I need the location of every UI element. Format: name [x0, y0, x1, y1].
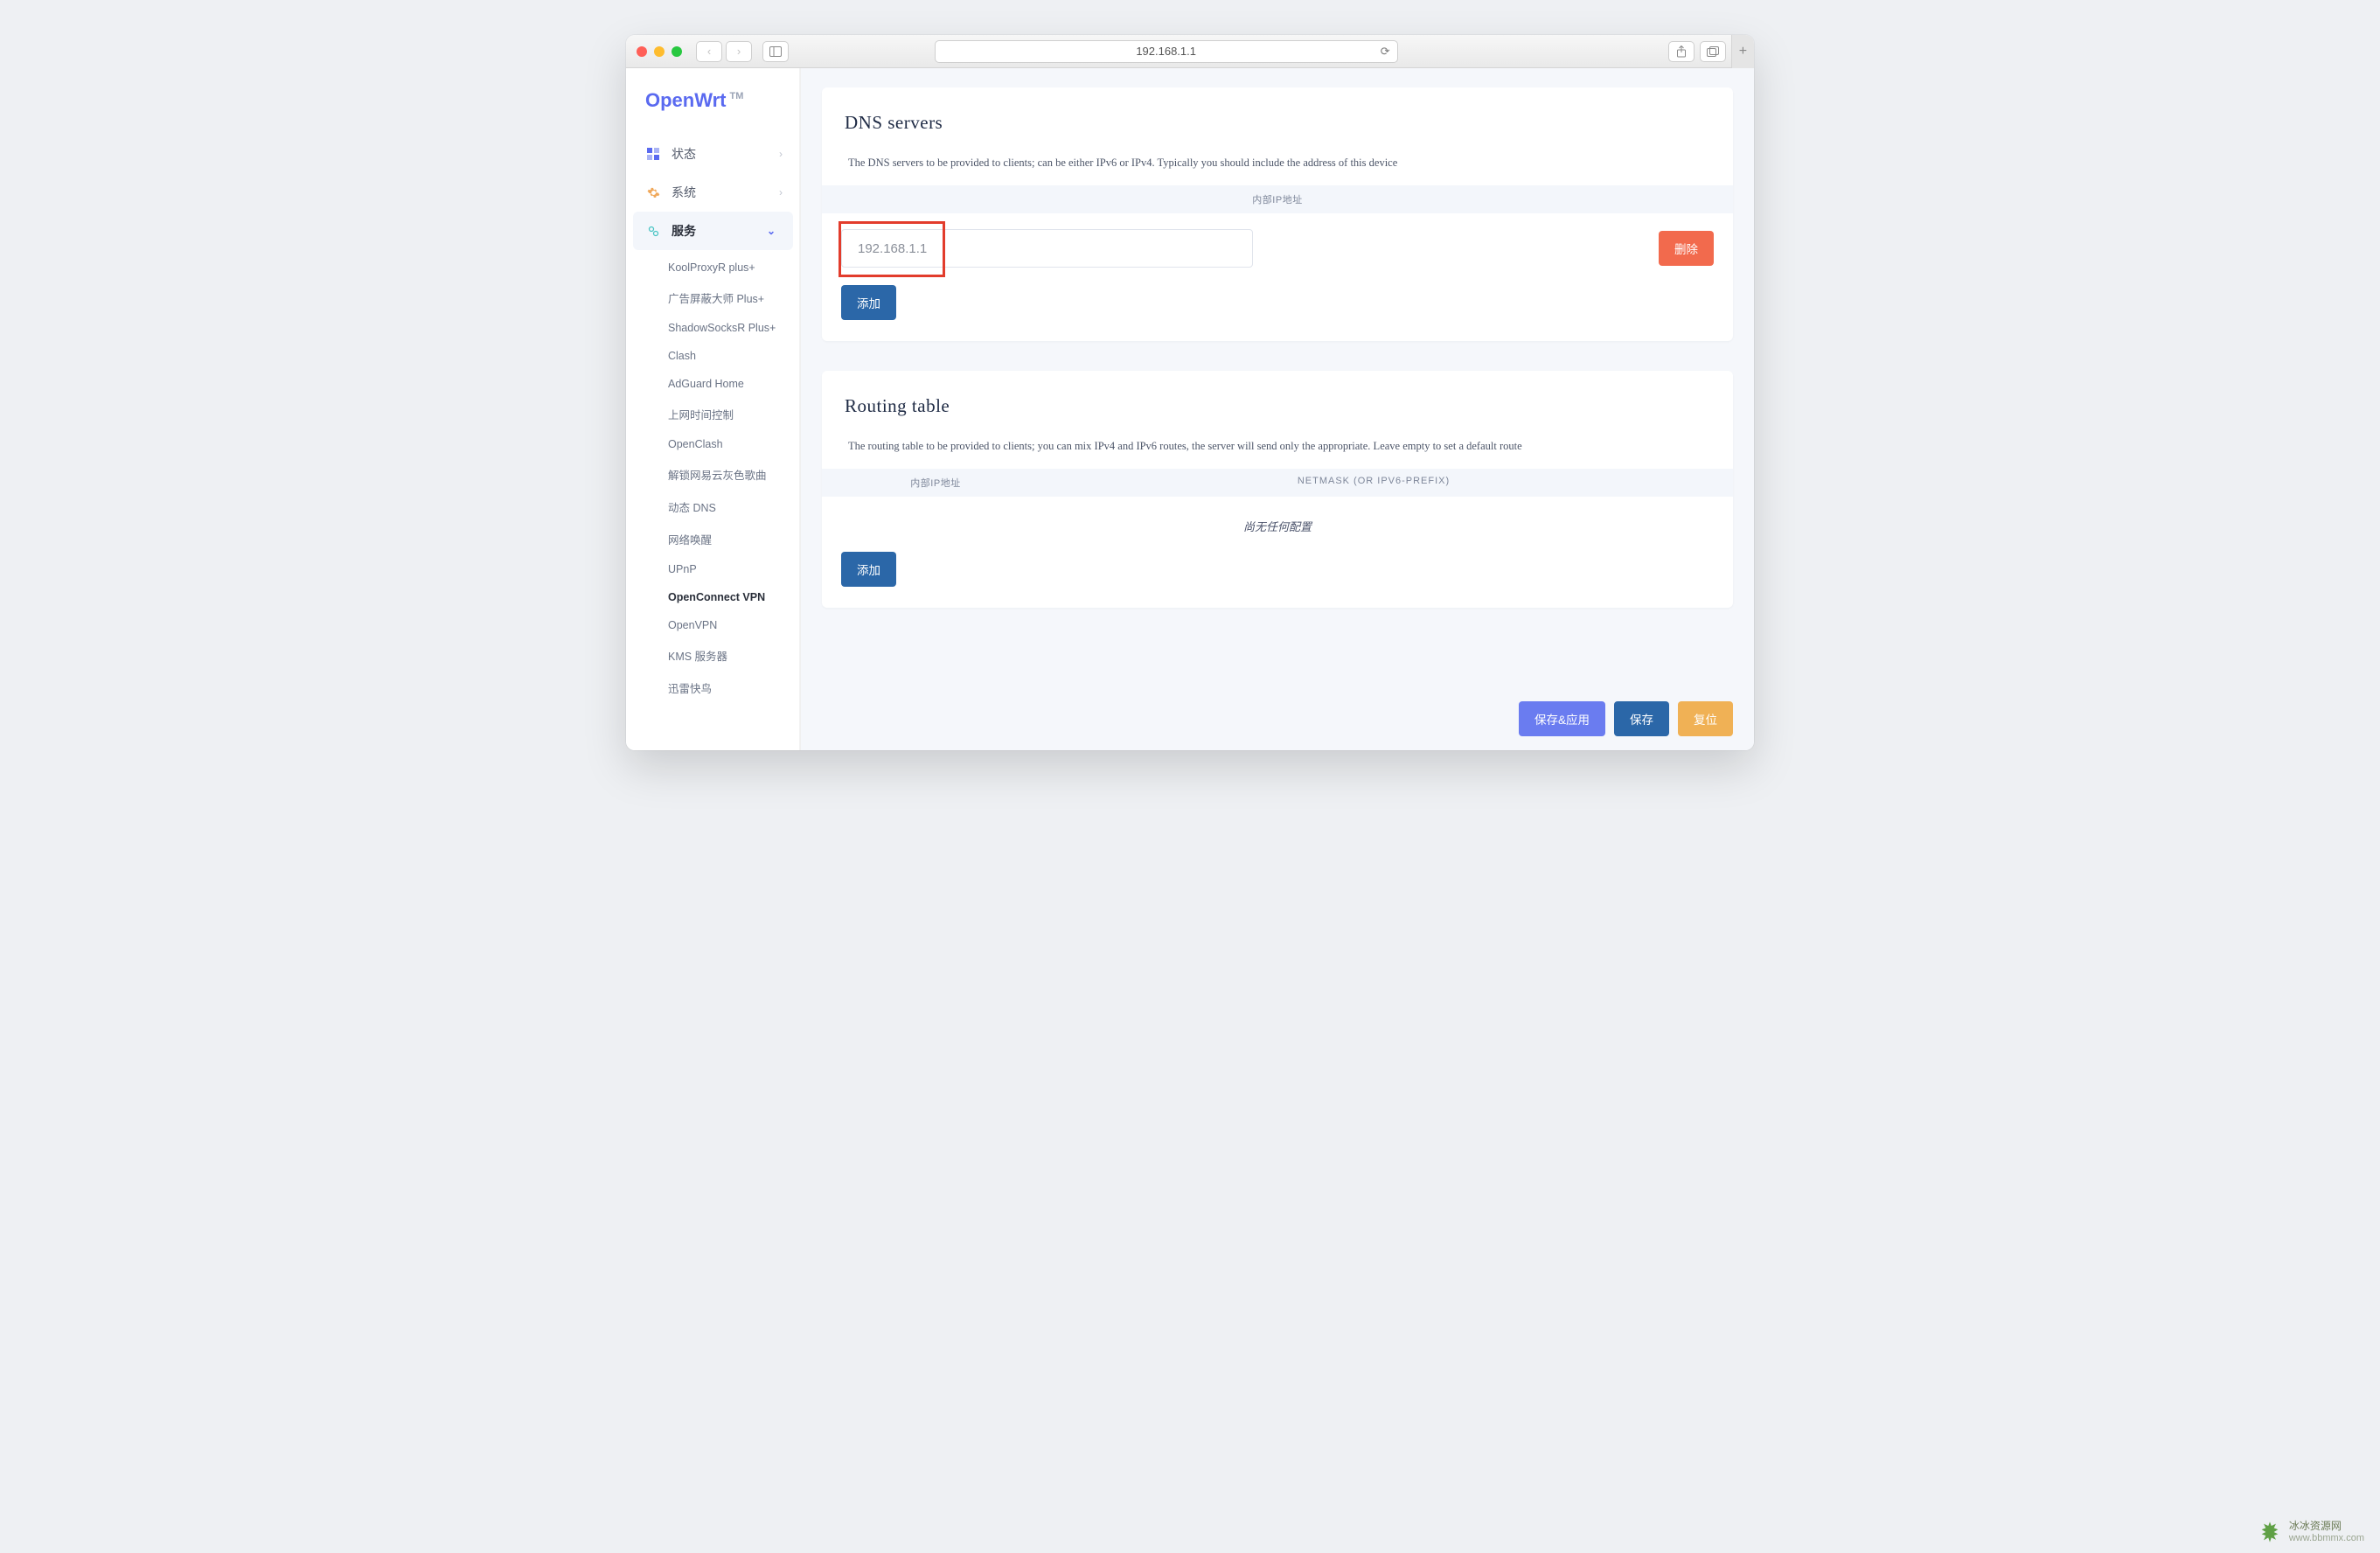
- dns-ip-input[interactable]: [858, 241, 1236, 256]
- dns-columns: 内部IP地址: [822, 185, 1733, 213]
- subnav-item[interactable]: KoolProxyR plus+: [626, 254, 800, 282]
- reload-icon[interactable]: ⟳: [1381, 45, 1390, 59]
- sidebar: OpenWrt TM 状态 › 系统 ›: [626, 68, 801, 750]
- footer-actions: 保存&应用 保存 复位: [1519, 701, 1733, 736]
- app-body: OpenWrt TM 状态 › 系统 ›: [626, 68, 1754, 750]
- subnav-item[interactable]: OpenVPN: [626, 611, 800, 639]
- nav-services-label: 服务: [672, 222, 696, 240]
- forward-button[interactable]: ›: [726, 41, 752, 62]
- subnav-item[interactable]: AdGuard Home: [626, 370, 800, 398]
- watermark-name: 冰冰资源网: [2289, 1520, 2364, 1532]
- subnav-item[interactable]: 网络唤醒: [626, 523, 800, 555]
- routing-empty-msg: 尚无任何配置: [822, 497, 1733, 543]
- link-icon: [645, 223, 661, 239]
- subnav-item[interactable]: ShadowSocksR Plus+: [626, 314, 800, 342]
- chevron-down-icon: ⌄: [767, 225, 776, 237]
- subnav-item[interactable]: Clash: [626, 342, 800, 370]
- maximize-window-icon[interactable]: [672, 46, 682, 57]
- routing-table-panel: Routing table The routing table to be pr…: [822, 371, 1733, 608]
- routing-panel-desc: The routing table to be provided to clie…: [822, 433, 1733, 469]
- subnav-item[interactable]: OpenConnect VPN: [626, 583, 800, 611]
- watermark-url: www.bbmmx.com: [2289, 1533, 2364, 1544]
- url-text: 192.168.1.1: [1136, 45, 1196, 58]
- minimize-window-icon[interactable]: [654, 46, 665, 57]
- dns-panel-desc: The DNS servers to be provided to client…: [822, 150, 1733, 185]
- back-button[interactable]: ‹: [696, 41, 722, 62]
- subnav-item[interactable]: KMS 服务器: [626, 639, 800, 672]
- url-bar[interactable]: 192.168.1.1 ⟳: [935, 40, 1398, 63]
- new-tab-button[interactable]: +: [1731, 35, 1754, 68]
- chevron-right-icon: ›: [737, 45, 741, 58]
- sidebar-toggle-button[interactable]: [762, 41, 789, 62]
- plus-icon: +: [1739, 44, 1747, 59]
- save-button[interactable]: 保存: [1614, 701, 1669, 736]
- dns-col-ip: 内部IP地址: [839, 192, 1715, 206]
- tabs-icon: [1707, 46, 1719, 57]
- nav-status-label: 状态: [672, 145, 696, 163]
- dns-row: 删除: [822, 213, 1733, 276]
- dns-ip-container: [841, 229, 1253, 268]
- services-subnav: KoolProxyR plus+广告屏蔽大师 Plus+ShadowSocksR…: [626, 250, 800, 709]
- nav-status[interactable]: 状态 ›: [626, 135, 800, 173]
- routing-columns: 内部IP地址 NETMASK (OR IPV6-PREFIX): [822, 469, 1733, 497]
- share-button[interactable]: [1668, 41, 1695, 62]
- gear-icon: [645, 185, 661, 200]
- chevron-left-icon: ‹: [707, 45, 711, 58]
- chevron-right-icon: ›: [779, 186, 783, 198]
- routing-col-ip: 内部IP地址: [839, 476, 1032, 490]
- subnav-item[interactable]: UPnP: [626, 555, 800, 583]
- add-dns-button[interactable]: 添加: [841, 285, 896, 320]
- browser-window: ‹ › 192.168.1.1 ⟳ +: [626, 35, 1754, 750]
- subnav-item[interactable]: 动态 DNS: [626, 491, 800, 523]
- subnav-item[interactable]: OpenClash: [626, 430, 800, 458]
- dns-panel-title: DNS servers: [822, 87, 1733, 150]
- routing-col-netmask: NETMASK (OR IPV6-PREFIX): [1032, 476, 1715, 490]
- nav-back-forward: ‹ ›: [696, 41, 752, 62]
- routing-panel-title: Routing table: [822, 371, 1733, 433]
- traffic-lights: [637, 46, 682, 57]
- logo: OpenWrt TM: [626, 89, 800, 135]
- subnav-item[interactable]: 广告屏蔽大师 Plus+: [626, 282, 800, 314]
- share-icon: [1676, 45, 1687, 58]
- logo-text: OpenWrt: [645, 89, 726, 112]
- watermark: 冰冰资源网 www.bbmmx.com: [2258, 1520, 2364, 1544]
- close-window-icon[interactable]: [637, 46, 647, 57]
- save-apply-button[interactable]: 保存&应用: [1519, 701, 1605, 736]
- leaf-icon: [2258, 1520, 2282, 1544]
- reset-button[interactable]: 复位: [1678, 701, 1733, 736]
- add-route-button[interactable]: 添加: [841, 552, 896, 587]
- subnav-item[interactable]: 上网时间控制: [626, 398, 800, 430]
- nav-system-label: 系统: [672, 184, 696, 201]
- tabs-button[interactable]: [1700, 41, 1726, 62]
- main-content: DNS servers The DNS servers to be provid…: [801, 68, 1754, 750]
- dashboard-icon: [645, 146, 661, 162]
- browser-chrome: ‹ › 192.168.1.1 ⟳ +: [626, 35, 1754, 68]
- sidebar-icon: [769, 46, 782, 57]
- chevron-right-icon: ›: [779, 148, 783, 160]
- dns-servers-panel: DNS servers The DNS servers to be provid…: [822, 87, 1733, 341]
- logo-tm: TM: [729, 91, 743, 101]
- subnav-item[interactable]: 迅雷快鸟: [626, 672, 800, 704]
- subnav-item[interactable]: 解锁网易云灰色歌曲: [626, 458, 800, 491]
- nav-system[interactable]: 系统 ›: [626, 173, 800, 212]
- nav-services[interactable]: 服务 ⌄: [633, 212, 793, 250]
- delete-button[interactable]: 删除: [1659, 231, 1714, 266]
- chrome-right-group: +: [1668, 35, 1743, 68]
